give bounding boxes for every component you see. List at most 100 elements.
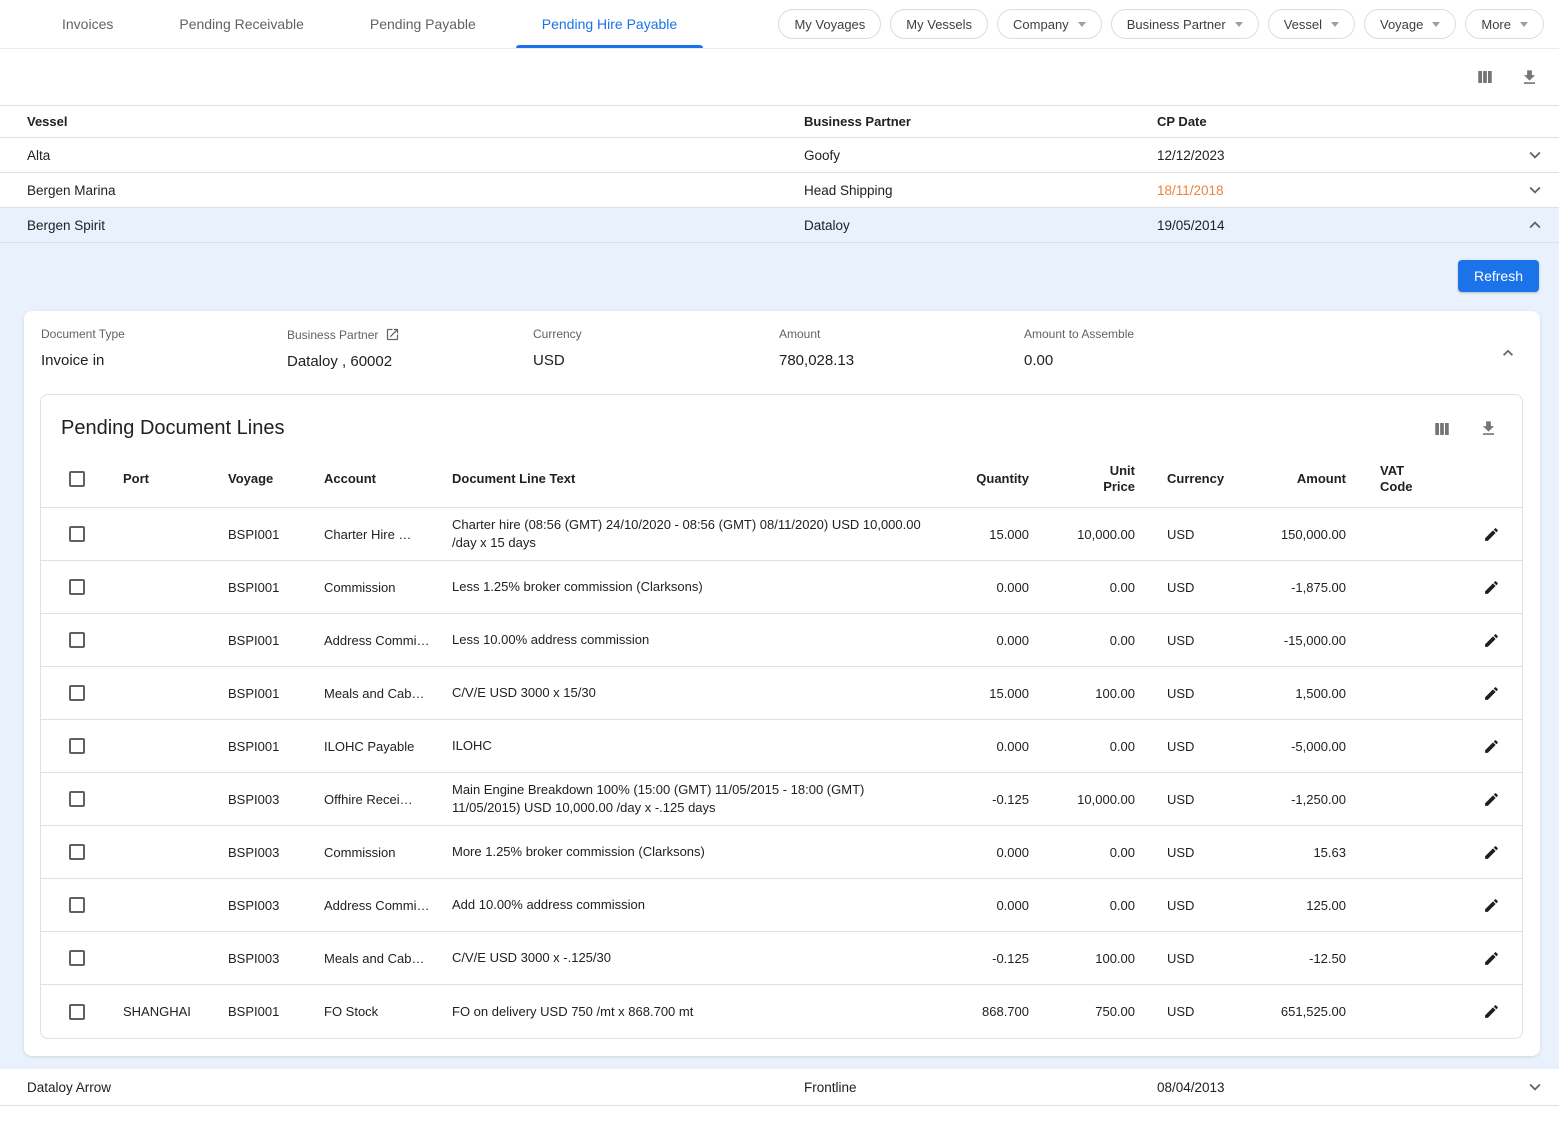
tab-pending-payable[interactable]: Pending Payable (344, 0, 502, 48)
lines-column-settings-button[interactable] (1431, 418, 1453, 440)
lines-download-button[interactable] (1477, 417, 1500, 440)
document-line-row: BSPI001 Charter Hire … Charter hire (08:… (41, 508, 1522, 561)
filter-chip-bar: My Voyages My Vessels Company Business P… (778, 9, 1559, 39)
column-header-currency: Currency (1146, 463, 1234, 494)
row-checkbox[interactable] (69, 579, 85, 595)
chip-label: Company (1013, 17, 1069, 32)
row-checkbox[interactable] (69, 844, 85, 860)
filter-chip-business-partner[interactable]: Business Partner (1111, 9, 1259, 39)
port-cell (103, 526, 213, 542)
edit-line-button[interactable] (1481, 895, 1502, 916)
filter-chip-my-voyages[interactable]: My Voyages (778, 9, 881, 39)
account-cell: FO Stock (313, 996, 441, 1027)
tab-invoices[interactable]: Invoices (36, 0, 139, 48)
edit-line-button[interactable] (1481, 736, 1502, 757)
edit-line-button[interactable] (1481, 683, 1502, 704)
tab-pending-hire-payable[interactable]: Pending Hire Payable (516, 0, 703, 48)
vessel-row-alta[interactable]: Alta Goofy 12/12/2023 (0, 138, 1559, 173)
quantity-cell: -0.125 (950, 784, 1040, 815)
column-settings-button[interactable] (1474, 66, 1496, 88)
edit-line-button[interactable] (1481, 630, 1502, 651)
business-partner-cell: Head Shipping (777, 183, 1130, 198)
filter-chip-voyage[interactable]: Voyage (1364, 9, 1456, 39)
refresh-button[interactable]: Refresh (1458, 260, 1539, 292)
voyage-cell: BSPI001 (213, 519, 313, 550)
vessel-row-dataloy-arrow[interactable]: Dataloy Arrow Frontline 08/04/2013 (0, 1069, 1559, 1106)
collapse-row-button[interactable] (1522, 212, 1548, 238)
port-cell (103, 738, 213, 754)
edit-icon (1483, 685, 1500, 702)
account-cell: Commission (313, 837, 441, 868)
edit-line-button[interactable] (1481, 948, 1502, 969)
expand-row-button[interactable] (1522, 142, 1548, 168)
column-header-quantity: Quantity (950, 463, 1040, 494)
amount-cell: -15,000.00 (1234, 625, 1368, 656)
quantity-cell: 0.000 (950, 890, 1040, 921)
tab-pending-receivable[interactable]: Pending Receivable (153, 0, 330, 48)
row-checkbox[interactable] (69, 791, 85, 807)
vessel-row-bergen-spirit[interactable]: Bergen Spirit Dataloy 19/05/2014 (0, 208, 1559, 243)
row-checkbox[interactable] (69, 632, 85, 648)
voyage-cell: BSPI003 (213, 784, 313, 815)
edit-icon (1483, 632, 1500, 649)
document-line-row: BSPI001 Meals and Cab… C/V/E USD 3000 x … (41, 667, 1522, 720)
row-checkbox[interactable] (69, 526, 85, 542)
filter-chip-company[interactable]: Company (997, 9, 1102, 39)
edit-icon (1483, 579, 1500, 596)
quantity-cell: 0.000 (950, 731, 1040, 762)
edit-line-button[interactable] (1481, 789, 1502, 810)
chip-label: My Voyages (794, 17, 865, 32)
quantity-cell: 15.000 (950, 678, 1040, 709)
unit-price-cell: 10,000.00 (1040, 519, 1146, 550)
currency-cell: USD (1146, 572, 1234, 603)
currency-cell: USD (1146, 519, 1234, 550)
edit-line-button[interactable] (1481, 1001, 1502, 1022)
filter-chip-vessel[interactable]: Vessel (1268, 9, 1355, 39)
filter-chip-my-vessels[interactable]: My Vessels (890, 9, 988, 39)
column-header-business-partner: Business Partner (777, 114, 1130, 129)
edit-icon (1483, 526, 1500, 543)
download-icon (1479, 419, 1498, 438)
edit-line-button[interactable] (1481, 842, 1502, 863)
currency-cell: USD (1146, 943, 1234, 974)
column-header-document-line-text: Document Line Text (441, 462, 950, 496)
select-all-checkbox[interactable] (69, 471, 85, 487)
document-line-text-cell: ILOHC (441, 729, 950, 763)
row-checkbox[interactable] (69, 897, 85, 913)
unit-price-cell: 100.00 (1040, 678, 1146, 709)
column-header-account: Account (313, 463, 441, 494)
collapse-document-button[interactable] (1486, 341, 1530, 365)
amount-cell: 1,500.00 (1234, 678, 1368, 709)
row-checkbox[interactable] (69, 685, 85, 701)
expand-row-button[interactable] (1522, 1074, 1548, 1100)
port-cell (103, 897, 213, 913)
vessel-row-bergen-marina[interactable]: Bergen Marina Head Shipping 18/11/2018 (0, 173, 1559, 208)
filter-chip-more[interactable]: More (1465, 9, 1544, 39)
amount-cell: 15.63 (1234, 837, 1368, 868)
expand-row-button[interactable] (1522, 177, 1548, 203)
vat-code-cell (1368, 1004, 1460, 1020)
account-cell: Offhire Recei… (313, 784, 441, 815)
voyage-cell: BSPI001 (213, 678, 313, 709)
cp-date-cell: 08/04/2013 (1130, 1080, 1510, 1095)
account-cell: Commission (313, 572, 441, 603)
active-tab-underline (516, 45, 703, 48)
quantity-cell: 868.700 (950, 996, 1040, 1027)
download-button[interactable] (1518, 66, 1541, 89)
port-cell: SHANGHAI (103, 996, 213, 1027)
field-value: Dataloy , 60002 (287, 353, 533, 370)
document-line-row: BSPI003 Commission More 1.25% broker com… (41, 826, 1522, 879)
unit-price-cell: 0.00 (1040, 625, 1146, 656)
field-value: 780,028.13 (779, 352, 1024, 369)
row-checkbox[interactable] (69, 950, 85, 966)
currency-cell: USD (1146, 784, 1234, 815)
edit-line-button[interactable] (1481, 524, 1502, 545)
account-cell: Meals and Cab… (313, 678, 441, 709)
open-in-new-icon[interactable] (385, 327, 400, 342)
row-checkbox[interactable] (69, 738, 85, 754)
tab-label: Pending Hire Payable (542, 16, 677, 32)
vat-code-cell (1368, 844, 1460, 860)
row-checkbox[interactable] (69, 1004, 85, 1020)
chip-label: My Vessels (906, 17, 972, 32)
edit-line-button[interactable] (1481, 577, 1502, 598)
